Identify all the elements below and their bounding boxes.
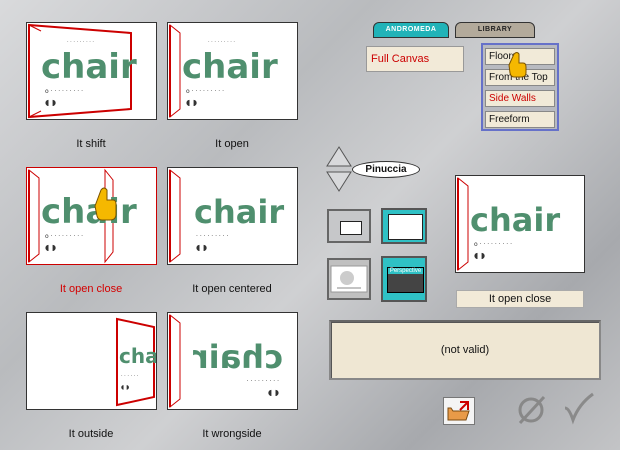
thumbnail-it-wrongside[interactable]: chair · · · · · · · · · ◖ ◗ xyxy=(167,312,298,410)
arrow-up-icon xyxy=(326,146,352,167)
thumbnail-it-shift[interactable]: · · · · · · · · · chair o · · · · · · · … xyxy=(26,22,157,120)
svg-text:· · · · · · · · ·: · · · · · · · · · xyxy=(67,39,94,45)
thumbnail-caption: It shift xyxy=(76,138,106,150)
svg-text:o · · · · · · · · ·: o · · · · · · · · · xyxy=(186,88,224,95)
svg-text:◖ ◗: ◖ ◗ xyxy=(474,251,485,260)
chair-preview-image: chair · · · · · · · · · ◖ ◗ xyxy=(168,168,297,264)
checkmark-icon[interactable] xyxy=(562,392,596,426)
svg-text:chair: chair xyxy=(182,47,278,87)
perspective-view-button[interactable]: Perspective xyxy=(381,256,427,302)
thumbnail-it-open[interactable]: · · · · · · · · · chair o · · · · · · · … xyxy=(167,22,298,120)
svg-text:◖ ◗: ◖ ◗ xyxy=(45,98,56,107)
thumbnail-caption: It open xyxy=(215,138,249,150)
perspective-preview: Perspective xyxy=(387,267,424,293)
open-folder-button[interactable] xyxy=(443,397,475,425)
hand-pointer-icon xyxy=(508,52,527,78)
tab-library[interactable]: LIBRARY xyxy=(455,22,535,38)
frame-icon xyxy=(388,214,423,240)
menu-item-freeform[interactable]: Freeform xyxy=(485,111,555,128)
chair-preview-image: · · · · · · · · · chair o · · · · · · · … xyxy=(168,23,297,119)
chair-preview-image: chair o · · · · · · · · · ◖ ◗ xyxy=(27,168,156,264)
svg-text:◖ ◗: ◖ ◗ xyxy=(268,388,279,397)
cancel-icon[interactable] xyxy=(515,393,549,427)
frame-icon xyxy=(340,221,362,235)
chair-preview-image: chair · · · · · · ◖ ◗ xyxy=(27,313,156,409)
svg-text:◖ ◗: ◖ ◗ xyxy=(186,98,197,107)
svg-text:◖ ◗: ◖ ◗ xyxy=(45,243,56,252)
mode-selector[interactable]: Full Canvas xyxy=(366,46,464,72)
flat-preview-icon xyxy=(330,265,368,293)
svg-text:chair: chair xyxy=(119,344,156,368)
preview-label: It open close xyxy=(456,290,584,308)
thumbnail-it-open-centered[interactable]: chair · · · · · · · · · ◖ ◗ xyxy=(167,167,298,265)
svg-text:o · · · · · · · · ·: o · · · · · · · · · xyxy=(45,233,83,240)
open-folder-icon xyxy=(447,401,470,421)
thumbnail-caption-selected: It open close xyxy=(59,283,123,295)
svg-text:o · · · · · · · · ·: o · · · · · · · · · xyxy=(474,241,512,248)
svg-text:· · · · · · · · ·: · · · · · · · · · xyxy=(196,233,229,240)
large-frame-button[interactable] xyxy=(381,208,427,244)
chair-preview-image: chair · · · · · · · · · ◖ ◗ xyxy=(168,313,297,409)
svg-text:◖ ◗: ◖ ◗ xyxy=(121,384,129,391)
svg-text:· · · · · · · · ·: · · · · · · · · · xyxy=(246,378,279,385)
thumbnail-caption: It outside xyxy=(68,428,114,440)
svg-text:· · · · · ·: · · · · · · xyxy=(121,373,139,379)
thumbnail-caption: It wrongside xyxy=(202,428,262,440)
svg-text:· · · · · · · · ·: · · · · · · · · · xyxy=(208,39,235,45)
menu-item-side-walls[interactable]: Side Walls xyxy=(485,90,555,107)
perspective-label: Perspective xyxy=(388,268,423,274)
tab-andromeda[interactable]: ANDROMEDA xyxy=(373,22,449,38)
small-frame-button[interactable] xyxy=(327,209,371,243)
svg-text:chair: chair xyxy=(193,338,283,376)
thumbnail-it-open-close[interactable]: chair o · · · · · · · · · ◖ ◗ xyxy=(26,167,157,265)
status-box: (not valid) xyxy=(329,320,601,380)
arrow-down-icon xyxy=(326,171,352,192)
chair-preview-image: chair o · · · · · · · · · ◖ ◗ xyxy=(456,176,584,272)
svg-text:chair: chair xyxy=(41,192,137,232)
svg-text:chair: chair xyxy=(41,47,137,87)
thumbnail-caption: It open centered xyxy=(192,283,272,295)
svg-text:o · · · · · · · · ·: o · · · · · · · · · xyxy=(45,88,83,95)
svg-text:chair: chair xyxy=(470,201,560,239)
flat-view-button[interactable] xyxy=(327,258,371,300)
svg-text:◖ ◗: ◖ ◗ xyxy=(196,243,207,252)
large-preview: chair o · · · · · · · · · ◖ ◗ xyxy=(455,175,585,273)
navigator-arrows[interactable] xyxy=(325,145,353,193)
navigator-label: Pinuccia xyxy=(352,161,420,178)
thumbnail-it-outside[interactable]: chair · · · · · · ◖ ◗ xyxy=(26,312,157,410)
svg-text:chair: chair xyxy=(194,193,284,231)
chair-preview-image: · · · · · · · · · chair o · · · · · · · … xyxy=(28,23,137,119)
